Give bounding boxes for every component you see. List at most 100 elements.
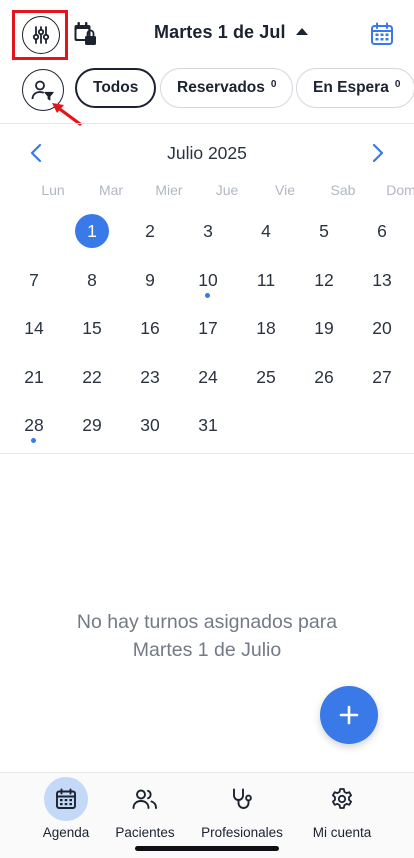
nav-item-mi-cuenta[interactable]: Mi cuenta — [306, 773, 378, 840]
home-indicator — [135, 846, 279, 851]
day-number: 20 — [372, 318, 392, 338]
top-bar: Martes 1 de Jul — [0, 0, 414, 66]
day-number: 17 — [198, 318, 218, 338]
calendar-day[interactable]: 26 — [295, 358, 353, 407]
add-appointment-button[interactable] — [320, 686, 378, 744]
calendar-day[interactable]: 3 — [179, 212, 237, 261]
day-number: 31 — [198, 415, 218, 435]
day-number: 1 — [75, 214, 109, 248]
calendar-day[interactable]: 21 — [5, 358, 63, 407]
day-number: 7 — [29, 269, 39, 290]
users-icon — [132, 789, 157, 809]
day-number: 28 — [24, 415, 44, 435]
date-title: Martes 1 de Jul — [154, 22, 286, 42]
day-number: 13 — [372, 269, 392, 290]
calendar-day[interactable]: 5 — [295, 212, 353, 261]
calendar-day[interactable]: 25 — [237, 358, 295, 407]
day-number: 24 — [198, 366, 218, 387]
calendar-day[interactable]: 6 — [353, 212, 411, 261]
weekday-label: Vie — [275, 182, 295, 198]
nav-item-profesionales[interactable]: Profesionales — [196, 773, 288, 840]
weekday-label: Sab — [330, 182, 356, 198]
empty-state-line: No hay turnos asignados para — [76, 611, 338, 633]
day-number: 12 — [314, 269, 334, 290]
calendar-day[interactable]: 13 — [353, 261, 411, 310]
calendar-days-grid: 1 2 3 4 5 6 7 8 9 10 11 12 13 14 15 16 17 18 19 20 21 22 23 24 2… — [5, 212, 411, 455]
chip-todos[interactable]: Todos — [75, 68, 157, 108]
calendar-day[interactable]: 17 — [179, 309, 237, 358]
calendar-day[interactable]: 28 — [5, 406, 63, 455]
day-number: 26 — [314, 366, 334, 387]
calendar-icon — [56, 788, 76, 809]
month-header: Julio 2025 — [0, 136, 414, 170]
empty-state-message: No hay turnos asignados para Martes 1 de… — [40, 608, 374, 664]
calendar-day[interactable]: 23 — [121, 358, 179, 407]
nav-item-pacientes[interactable]: Pacientes — [110, 773, 180, 840]
nav-item-agenda[interactable]: Agenda — [36, 773, 96, 840]
calendar-day[interactable]: 30 — [121, 406, 179, 455]
calendar-day[interactable]: 4 — [237, 212, 295, 261]
calendar-day[interactable]: 9 — [121, 261, 179, 310]
weekday-header: Lun Mar Mier Jue Vie Sab Dom — [0, 182, 414, 198]
day-number: 5 — [319, 221, 329, 241]
day-number: 10 — [198, 269, 218, 290]
calendar-day[interactable]: 8 — [63, 261, 121, 310]
annotation-highlight-box — [12, 10, 68, 60]
caret-up-icon — [295, 28, 308, 35]
day-number: 18 — [256, 318, 276, 338]
calendar-day-selected[interactable]: 1 — [63, 212, 121, 261]
day-number: 25 — [256, 366, 276, 387]
chip-label: En Espera — [313, 79, 389, 96]
calendar-day[interactable]: 24 — [179, 358, 237, 407]
next-month-button[interactable] — [368, 142, 388, 164]
event-dot — [31, 438, 36, 443]
calendar-lock-icon — [74, 22, 96, 45]
calendar-day[interactable]: 31 — [179, 406, 237, 455]
weekday-label: Dom — [386, 182, 414, 198]
day-number: 2 — [145, 221, 155, 241]
nav-icon-wrap — [123, 777, 167, 821]
empty-state-line: Martes 1 de Julio — [132, 639, 282, 661]
calendar-day[interactable]: 18 — [237, 309, 295, 358]
chip-reservados[interactable]: Reservados 0 — [160, 68, 294, 108]
calendar-day[interactable]: 19 — [295, 309, 353, 358]
day-number: 3 — [203, 221, 213, 241]
day-number: 27 — [372, 366, 392, 387]
calendar-day[interactable]: 29 — [63, 406, 121, 455]
calendar-day[interactable]: 20 — [353, 309, 411, 358]
calendar-day[interactable]: 14 — [5, 309, 63, 358]
chip-en-espera[interactable]: En Espera 0 — [296, 68, 414, 108]
day-number: 23 — [140, 366, 160, 387]
nav-icon-wrap — [220, 777, 264, 821]
day-number: 21 — [24, 366, 44, 387]
day-number: 19 — [314, 318, 334, 338]
calendar-icon — [371, 22, 393, 45]
nav-label: Profesionales — [201, 825, 283, 840]
calendar-day[interactable]: 16 — [121, 309, 179, 358]
calendar-day[interactable]: 27 — [353, 358, 411, 407]
weekday-label: Lun — [41, 182, 65, 198]
day-number: 30 — [140, 415, 160, 435]
calendar-day[interactable]: 10 — [179, 261, 237, 310]
weekday-label: Mar — [98, 182, 124, 198]
nav-label: Pacientes — [115, 825, 175, 840]
day-number: 15 — [82, 318, 102, 338]
chip-label: Todos — [93, 79, 139, 96]
calendar-day[interactable]: 2 — [121, 212, 179, 261]
calendar-day[interactable]: 12 — [295, 261, 353, 310]
calendar-empty-cell — [5, 212, 63, 261]
chip-count: 0 — [270, 78, 277, 90]
calendar-day[interactable]: 15 — [63, 309, 121, 358]
calendar-lock-button[interactable] — [72, 20, 98, 48]
calendar-view-button[interactable] — [370, 22, 394, 46]
calendar-day[interactable]: 11 — [237, 261, 295, 310]
nav-label: Mi cuenta — [312, 825, 372, 840]
day-number: 14 — [24, 318, 44, 338]
calendar-day[interactable]: 7 — [5, 261, 63, 310]
date-dropdown[interactable]: Martes 1 de Jul — [154, 22, 308, 43]
calendar-day[interactable]: 22 — [63, 358, 121, 407]
day-number: 16 — [140, 318, 160, 338]
divider — [0, 453, 414, 454]
weekday-label: Jue — [215, 182, 239, 198]
event-dot — [205, 292, 210, 298]
